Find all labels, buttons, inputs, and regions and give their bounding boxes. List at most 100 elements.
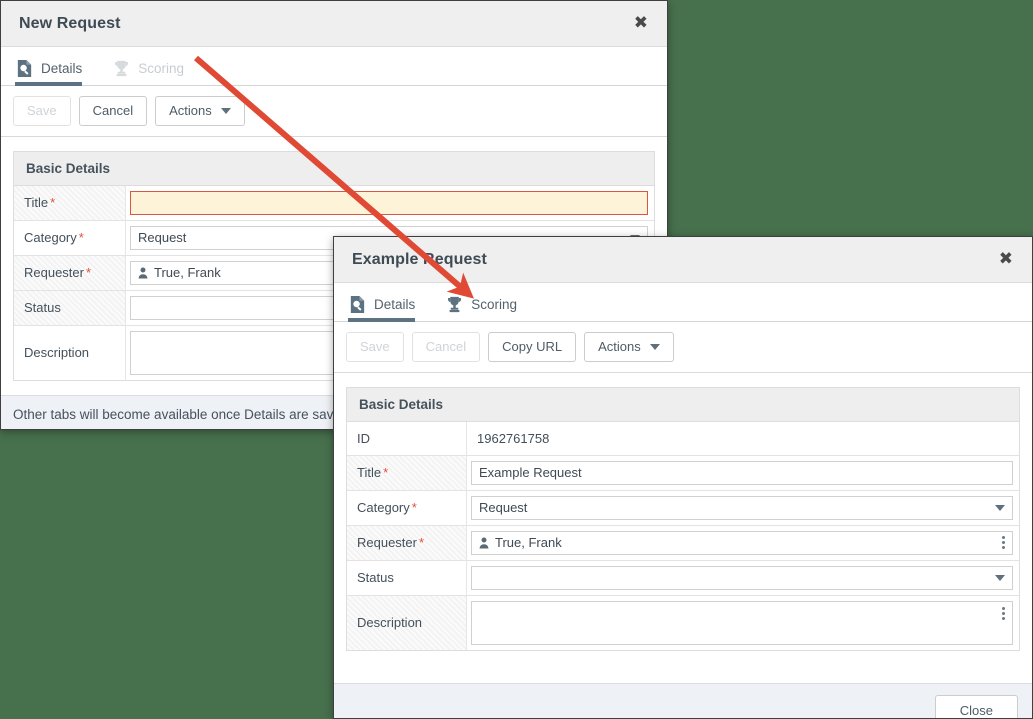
required-marker: * (383, 465, 389, 481)
save-button[interactable]: Save (346, 332, 404, 362)
field-row-title: Title * Example Request (347, 455, 1019, 491)
requester-input[interactable]: True, Frank (471, 530, 1013, 555)
example-request-body: Basic Details ID 1962761758 Title * Examp… (334, 372, 1032, 683)
actions-button-label: Actions (169, 103, 212, 118)
trophy-icon (115, 60, 129, 77)
field-label-title: Title * (14, 185, 126, 220)
field-label-requester-text: Requester (357, 535, 417, 551)
example-request-dialog: Example Request ✖ Details Scoring Save C… (333, 236, 1033, 719)
example-request-title: Example Request (352, 250, 487, 268)
example-request-tabbar: Details Scoring (334, 283, 1032, 322)
field-label-requester: Requester * (14, 255, 126, 290)
field-label-title-text: Title (24, 195, 49, 211)
save-button-label: Save (27, 103, 57, 118)
field-label-status: Status (347, 560, 467, 595)
status-dropdown[interactable] (471, 565, 1013, 590)
copy-url-button[interactable]: Copy URL (488, 332, 577, 362)
title-input[interactable]: Example Request (471, 460, 1013, 485)
field-label-status-text: Status (24, 300, 61, 316)
close-icon[interactable]: ✖ (996, 249, 1016, 270)
actions-button[interactable]: Actions (155, 96, 245, 126)
user-icon (479, 537, 489, 549)
required-marker: * (411, 500, 417, 516)
new-request-toolbar: Save Cancel Actions (1, 86, 667, 137)
field-label-category-text: Category (357, 500, 410, 516)
title-input[interactable] (130, 190, 648, 215)
category-value: Request (479, 500, 528, 516)
save-button-label: Save (360, 339, 390, 354)
chevron-down-icon (649, 343, 660, 350)
requester-value: True, Frank (154, 265, 221, 281)
new-request-titlebar: New Request ✖ (1, 1, 667, 47)
field-value-title: Example Request (467, 456, 1019, 490)
field-value-requester: True, Frank (467, 526, 1019, 560)
field-row-id: ID 1962761758 (347, 421, 1019, 456)
field-label-id: ID (347, 421, 467, 455)
actions-button[interactable]: Actions (584, 332, 674, 362)
field-label-category: Category * (14, 220, 126, 255)
requester-value: True, Frank (495, 535, 562, 551)
field-label-description: Description (347, 595, 467, 650)
field-row-requester: Requester * True, Frank (347, 525, 1019, 561)
details-document-icon (350, 295, 365, 314)
field-label-id-text: ID (357, 430, 370, 446)
field-row-title: Title * (14, 185, 654, 221)
example-request-toolbar: Save Cancel Copy URL Actions (334, 322, 1032, 373)
field-row-category: Category * Request (347, 490, 1019, 526)
field-label-status: Status (14, 290, 126, 325)
field-value-category: Request (467, 491, 1019, 525)
tab-details[interactable]: Details (348, 295, 429, 322)
tab-scoring[interactable]: Scoring (445, 295, 531, 321)
field-value-description (467, 596, 1019, 650)
new-request-title: New Request (19, 14, 121, 32)
save-button[interactable]: Save (13, 96, 71, 126)
basic-details-heading: Basic Details (347, 387, 1019, 422)
copy-url-button-label: Copy URL (502, 339, 563, 354)
tab-details-label: Details (374, 297, 416, 312)
description-more-options-icon[interactable] (996, 606, 1005, 620)
required-marker: * (50, 195, 56, 211)
field-row-description: Description (347, 595, 1019, 651)
details-document-icon (17, 59, 32, 78)
close-button-label: Close (959, 702, 993, 718)
field-value-id: 1962761758 (467, 422, 1019, 455)
trophy-icon (448, 296, 462, 313)
tab-scoring-label: Scoring (471, 297, 518, 312)
field-label-title: Title * (347, 455, 467, 490)
example-request-titlebar: Example Request ✖ (334, 237, 1032, 283)
field-label-requester: Requester * (347, 525, 467, 560)
chevron-down-icon (995, 504, 1005, 511)
required-marker: * (418, 535, 425, 551)
example-request-footer: Close (334, 682, 1032, 718)
category-value: Request (138, 230, 187, 246)
basic-details-heading: Basic Details (14, 151, 654, 186)
required-marker: * (78, 230, 84, 246)
requester-more-options-icon[interactable] (996, 536, 1005, 550)
field-row-status: Status (347, 560, 1019, 596)
tab-details-label: Details (41, 61, 83, 76)
close-button[interactable]: Close (934, 694, 1018, 718)
field-value-status (467, 561, 1019, 595)
chevron-down-icon (995, 574, 1005, 581)
category-dropdown[interactable]: Request (471, 495, 1013, 520)
required-marker: * (85, 265, 92, 281)
tab-details[interactable]: Details (15, 59, 96, 86)
field-label-description: Description (14, 325, 126, 380)
id-value: 1962761758 (477, 430, 550, 446)
cancel-button[interactable]: Cancel (411, 332, 481, 362)
field-label-description-text: Description (24, 345, 90, 361)
description-textarea[interactable] (471, 600, 1013, 645)
tab-scoring-label: Scoring (138, 61, 185, 76)
close-icon[interactable]: ✖ (631, 13, 651, 34)
field-label-category-text: Category (24, 230, 77, 246)
new-request-tabbar: Details Scoring (1, 47, 667, 86)
field-label-description-text: Description (357, 615, 423, 631)
field-label-category: Category * (347, 490, 467, 525)
tab-scoring[interactable]: Scoring (112, 59, 198, 85)
basic-details-panel: Basic Details ID 1962761758 Title * Examp… (346, 386, 1020, 651)
chevron-down-icon (220, 107, 231, 114)
cancel-button-label: Cancel (425, 339, 467, 354)
cancel-button-label: Cancel (92, 103, 134, 118)
user-icon (138, 267, 148, 279)
cancel-button[interactable]: Cancel (78, 96, 148, 126)
